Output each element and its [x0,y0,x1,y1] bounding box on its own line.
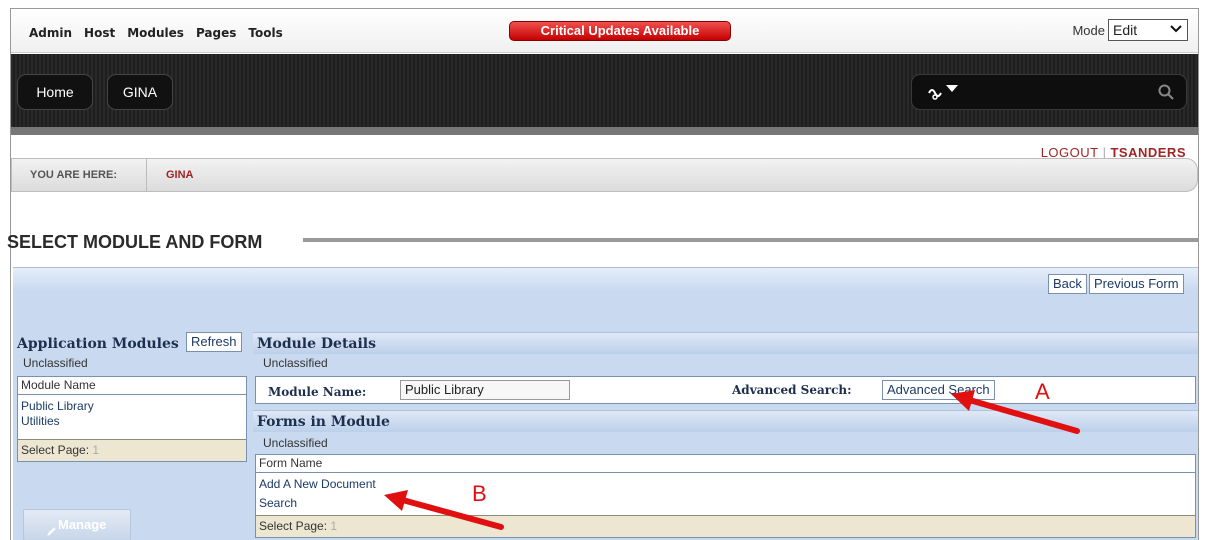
arrow-a [951,390,1080,434]
app-frame: Admin Host Modules Pages Tools Critical … [7,8,1199,540]
annotation-label-a: A [1035,379,1050,404]
annotation-layer [384,390,1080,530]
annotation-label-b: B [472,481,487,506]
